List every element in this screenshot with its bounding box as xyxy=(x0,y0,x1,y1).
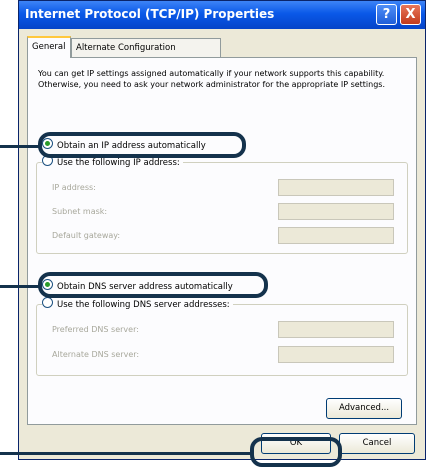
title-bar[interactable]: Internet Protocol (TCP/IP) Properties ? … xyxy=(19,1,425,29)
advanced-button[interactable]: Advanced... xyxy=(326,398,402,419)
cancel-button[interactable]: Cancel xyxy=(339,433,415,454)
description-text: You can get IP settings assigned automat… xyxy=(38,69,386,89)
default-gateway-field xyxy=(278,227,394,244)
ip-address-field xyxy=(278,179,394,196)
help-button[interactable]: ? xyxy=(376,4,397,25)
alternate-dns-label: Alternate DNS server: xyxy=(52,350,140,359)
callout-pointer-dns xyxy=(0,285,40,288)
dns-server-group xyxy=(36,304,408,376)
alternate-dns-field xyxy=(278,346,394,363)
subnet-mask-label: Subnet mask: xyxy=(52,207,108,216)
radio-unselected-icon xyxy=(42,297,53,308)
close-button[interactable]: X xyxy=(400,4,421,25)
subnet-mask-field xyxy=(278,203,394,220)
use-following-ip-label: Use the following IP address: xyxy=(57,158,180,168)
tab-general[interactable]: General xyxy=(27,36,71,58)
general-tab-panel: You can get IP settings assigned automat… xyxy=(27,57,417,425)
preferred-dns-label: Preferred DNS server: xyxy=(52,325,139,334)
window-title: Internet Protocol (TCP/IP) Properties xyxy=(25,7,275,21)
tcpip-properties-dialog: Internet Protocol (TCP/IP) Properties ? … xyxy=(18,0,426,460)
callout-obtain-ip xyxy=(38,132,246,158)
callout-pointer-ok xyxy=(0,452,252,455)
ip-address-label: IP address: xyxy=(52,183,96,192)
default-gateway-label: Default gateway: xyxy=(52,231,121,240)
callout-obtain-dns xyxy=(38,272,268,298)
preferred-dns-field xyxy=(278,321,394,338)
callout-ok-button xyxy=(250,437,342,467)
tab-alternate-configuration[interactable]: Alternate Configuration xyxy=(71,38,221,57)
use-following-dns-label: Use the following DNS server addresses: xyxy=(57,300,230,310)
use-following-dns-radio[interactable]: Use the following DNS server addresses: xyxy=(42,297,233,311)
callout-pointer-ip xyxy=(0,145,40,148)
